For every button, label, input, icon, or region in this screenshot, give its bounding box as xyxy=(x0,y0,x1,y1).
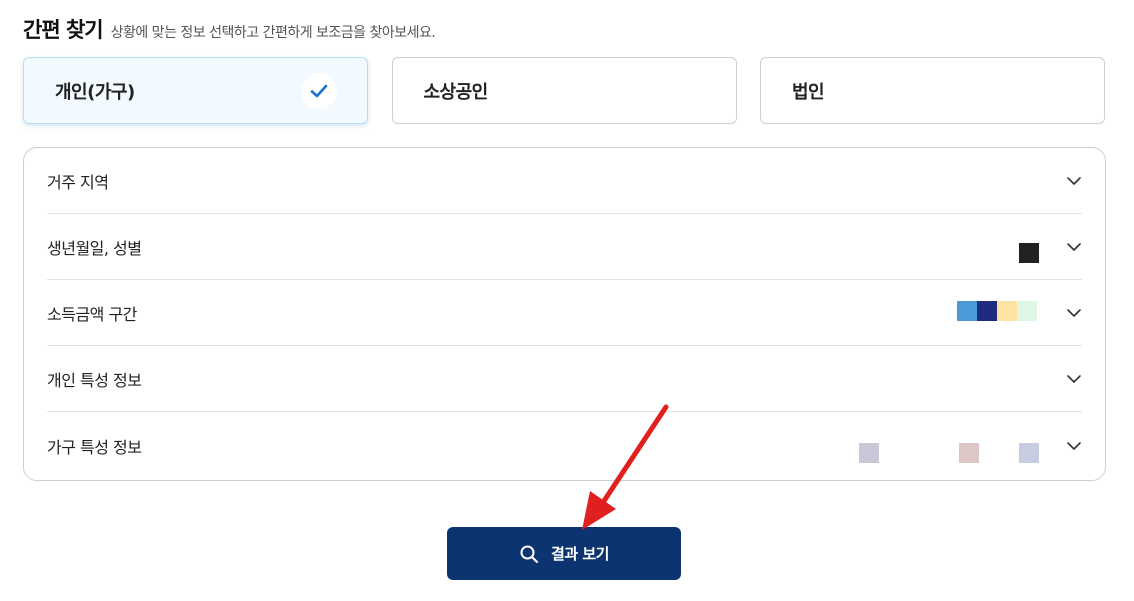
redaction-block xyxy=(1019,443,1039,463)
filter-label: 개인 특성 정보 xyxy=(47,370,142,390)
filter-label: 가구 특성 정보 xyxy=(47,438,142,457)
filter-row-income[interactable]: 소득금액 구간 xyxy=(47,280,1082,346)
type-option-label: 법인 xyxy=(792,81,825,103)
annotation-arrow-icon xyxy=(582,404,669,530)
applicant-type-selector: 개인(가구) 소상공인 법인 xyxy=(23,57,1105,124)
redaction-block xyxy=(859,443,879,463)
redaction-block xyxy=(997,301,1017,321)
type-option-corporation[interactable]: 법인 xyxy=(760,57,1105,124)
chevron-down-icon[interactable] xyxy=(1066,305,1082,321)
type-option-label: 개인(가구) xyxy=(55,81,135,103)
view-results-label: 결과 보기 xyxy=(551,545,609,563)
page-title: 간편 찾기 xyxy=(23,18,104,42)
filter-row-birth-gender[interactable]: 생년월일, 성별 xyxy=(47,214,1082,280)
redaction-block xyxy=(977,301,997,321)
filter-row-residence[interactable]: 거주 지역 xyxy=(47,148,1082,214)
page-subtitle: 상황에 맞는 정보 선택하고 간편하게 보조금을 찾아보세요. xyxy=(110,25,436,41)
chevron-down-icon[interactable] xyxy=(1066,371,1082,387)
type-option-small-business[interactable]: 소상공인 xyxy=(391,57,737,124)
search-icon xyxy=(520,545,539,563)
filter-label: 소득금액 구간 xyxy=(47,304,137,324)
type-option-individual[interactable]: 개인(가구) xyxy=(23,57,368,124)
check-icon xyxy=(301,73,337,109)
redaction-block xyxy=(957,301,977,321)
chevron-down-icon[interactable] xyxy=(1066,173,1082,189)
chevron-down-icon[interactable] xyxy=(1066,438,1082,454)
redaction-block xyxy=(959,443,979,463)
section-header: 간편 찾기 상황에 맞는 정보 선택하고 간편하게 보조금을 찾아보세요. xyxy=(23,14,436,44)
filter-label: 거주 지역 xyxy=(47,172,109,192)
redaction-block xyxy=(1017,301,1037,321)
redaction-block xyxy=(1019,243,1039,263)
chevron-down-icon[interactable] xyxy=(1066,239,1082,255)
filter-label: 생년월일, 성별 xyxy=(47,238,142,258)
type-option-label: 소상공인 xyxy=(423,81,489,103)
